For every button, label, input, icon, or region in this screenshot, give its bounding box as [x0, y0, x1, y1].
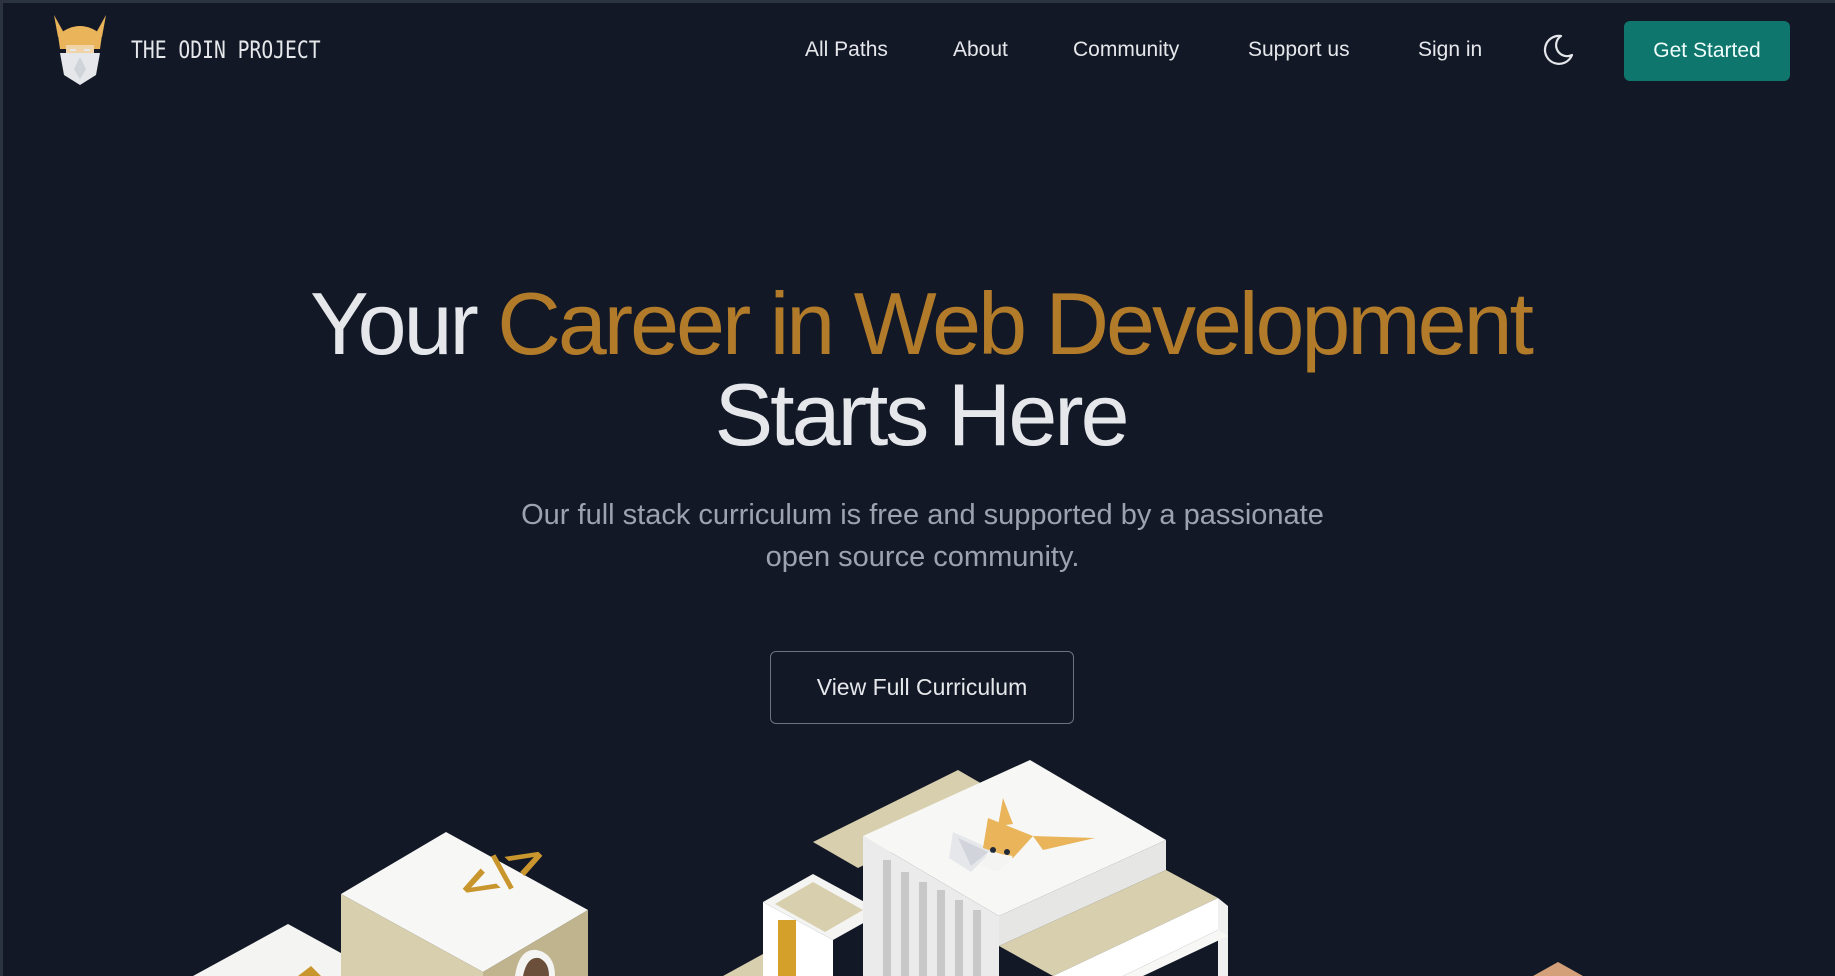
hero-title-tail: Starts Here	[714, 365, 1129, 464]
code-block-illustration: </>	[341, 832, 588, 976]
hero-subtitle: Our full stack curriculum is free and su…	[521, 499, 1324, 573]
moon-icon[interactable]	[1541, 33, 1575, 67]
logo-text[interactable]: THE ODIN PROJECT	[131, 36, 321, 64]
nav-all-paths[interactable]: All Paths	[805, 38, 888, 62]
hero-title: Your Career in Web Development Starts He…	[3, 278, 1835, 460]
building-illustration	[723, 760, 1228, 976]
odin-logo-icon[interactable]	[52, 13, 108, 87]
hero-title-lead: Your	[310, 274, 498, 373]
hero-title-accent: Career in Web Development	[497, 274, 1534, 373]
nav-sign-in[interactable]: Sign in	[1418, 38, 1482, 62]
view-full-curriculum-button[interactable]: View Full Curriculum	[770, 651, 1074, 724]
right-block-illustration	[1533, 962, 1583, 976]
nav-support-us[interactable]: Support us	[1248, 38, 1350, 62]
window-top-border	[3, 0, 1835, 3]
page: THE ODIN PROJECT All Paths About Communi…	[0, 0, 1835, 976]
hero-illustration: </>	[193, 760, 1583, 976]
nav-community[interactable]: Community	[1073, 38, 1179, 62]
get-started-button[interactable]: Get Started	[1624, 21, 1790, 81]
nav-about[interactable]: About	[953, 38, 1008, 62]
